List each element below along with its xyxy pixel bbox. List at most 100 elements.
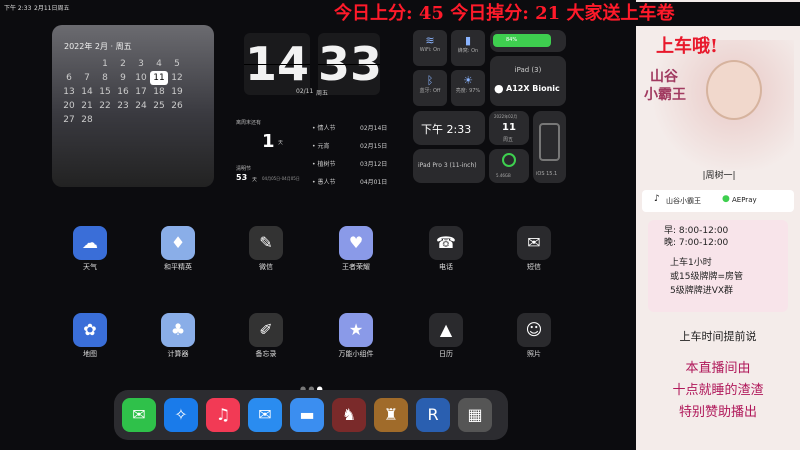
rule-line: 或15级牌牌=房管: [670, 272, 743, 282]
calendar-day: 7: [84, 73, 90, 83]
calendar-day: 16: [117, 87, 129, 97]
game-b-icon[interactable]: ♜: [374, 398, 408, 432]
sponsor-line: 十点就睡的渣渣: [672, 383, 764, 398]
app-label: 和平精英: [164, 263, 192, 271]
app-label: 万能小组件: [338, 350, 374, 358]
files-icon[interactable]: ▬: [290, 398, 324, 432]
cellular-icon: ▮: [464, 34, 472, 47]
avatar-face-icon: [706, 60, 762, 120]
streamer-panel: 山谷 小霸王 |周树一| 山谷小霸王 ● AEPray ♪ 早: 8:00-12…: [636, 0, 800, 450]
device-chip: A12X Bionic: [506, 84, 560, 93]
app-label: 天气: [83, 263, 97, 271]
toggle-label: 蜂窝: On: [457, 48, 479, 54]
calendar-day: 6: [66, 73, 72, 83]
event-date: 04月01日: [360, 179, 388, 186]
battery-fill: [493, 34, 551, 47]
wifi-icon: ≋: [425, 34, 435, 47]
rr-icon[interactable]: R: [416, 398, 450, 432]
toggle-label: WiFi: On: [419, 47, 441, 53]
clock-date: 02/11: [296, 88, 314, 95]
streamer-name-1: 山谷: [650, 69, 678, 85]
countdown-widget[interactable]: 离周末还有 1 天 清明节 53 天 04月05日-04月05日 • 情人节 02…: [234, 117, 394, 187]
toggle-cellular[interactable]: ▮ 蜂窝: On: [451, 30, 485, 66]
calendar-day: 26: [171, 101, 183, 111]
banner-text-2: 上车哦!: [656, 36, 718, 57]
calendar-day: 11: [150, 71, 168, 85]
calendar-day: 15: [99, 87, 111, 97]
rule-line: 上车1小时: [670, 258, 712, 268]
calendar-day: 19: [171, 87, 183, 97]
app-label: 备忘录: [255, 350, 277, 358]
douyin-id: 山谷小霸王: [666, 197, 701, 205]
calendar-day: 2: [120, 59, 126, 69]
calendar-day: 22: [99, 101, 111, 111]
calendar-day: 18: [153, 87, 165, 97]
app-label: 日历: [439, 350, 453, 358]
message-icon[interactable]: ✉: [517, 226, 551, 260]
app-label: 计算器: [167, 350, 189, 358]
mail-icon[interactable]: ✉: [248, 398, 282, 432]
weather-icon[interactable]: ☁: [73, 226, 107, 260]
battery-widget: 84%: [490, 30, 566, 52]
date-widget-label: 2022年02月: [494, 114, 518, 119]
storage-label: 5.46GB: [496, 173, 511, 178]
wechat-id: AEPray: [732, 196, 757, 204]
calendar-day: 4: [156, 59, 162, 69]
calendar-day: 13: [63, 87, 75, 97]
footer-title: 上车时间提前说: [679, 330, 757, 343]
game2-icon[interactable]: ♥: [339, 226, 373, 260]
calendar-header: 2022年 2月 · 周五: [64, 42, 132, 51]
event-name: • 元宵: [312, 143, 330, 150]
calendar-day: 10: [135, 73, 147, 83]
toggle-brightness[interactable]: ☀ 亮度: 97%: [451, 70, 485, 106]
toggle-bluetooth[interactable]: ᛒ 蓝牙: Off: [413, 70, 447, 106]
event-name: • 情人节: [312, 125, 336, 132]
calendar-day: 12: [171, 73, 183, 83]
holiday-date: 04月05日-04月05日: [262, 176, 300, 181]
calendar-day: [168, 113, 186, 127]
calendar-day: 5: [174, 59, 180, 69]
banner-text: 今日上分: 45 今日掉分: 21 大家送上车卷: [334, 3, 675, 24]
battery-value: 84%: [506, 37, 518, 43]
event-date: 03月12日: [360, 161, 388, 168]
photos-icon[interactable]: ☺: [517, 313, 551, 347]
calendar-photo-widget[interactable]: 2022年 2月 · 周五 1 2 3 4 5 6 7 8 9 10 11 12 13 14 15 16 17 1…: [52, 25, 214, 187]
brightness-icon: ☀: [463, 74, 473, 87]
device-name-widget: iPad Pro 3 (11-inch): [413, 149, 485, 183]
game-icon[interactable]: ♦: [161, 226, 195, 260]
storage-ring-icon: [502, 153, 516, 167]
calendar-day: [114, 113, 132, 127]
calendar-day: 27: [63, 115, 75, 125]
phone-icon[interactable]: ☎: [429, 226, 463, 260]
status-time: 下午 2:33: [4, 5, 32, 12]
app-label: 短信: [527, 263, 541, 271]
clock-weekday: 周五: [316, 90, 329, 97]
streamer-name-2: 小霸王: [644, 87, 686, 103]
event-date: 02月15日: [360, 143, 388, 150]
safari-icon[interactable]: ✧: [164, 398, 198, 432]
countdown-days: 1: [262, 131, 275, 152]
calendar-day: 21: [81, 101, 93, 111]
storage-widget: 5.46GB: [489, 149, 529, 183]
notes-icon[interactable]: ✐: [249, 313, 283, 347]
toggle-wifi[interactable]: ≋ WiFi: On: [413, 30, 447, 66]
calendar-day: [96, 113, 114, 127]
map-icon[interactable]: ✿: [73, 313, 107, 347]
folder-icon[interactable]: ▦: [458, 398, 492, 432]
schedule-card: 早: 8:00-12:00 晚: 7:00-12:00 上车1小时 或15级牌牌=房…: [648, 220, 788, 312]
calculator-icon[interactable]: ♣: [161, 313, 195, 347]
event-name: • 植树节: [312, 161, 336, 168]
calendar-day: 1: [102, 59, 108, 69]
messages-icon[interactable]: ✉: [122, 398, 156, 432]
app-label: 王者荣耀: [342, 263, 370, 271]
calendar-day: 28: [81, 115, 93, 125]
widget-icon[interactable]: ★: [339, 313, 373, 347]
streamer-tag: |周树一|: [702, 171, 736, 181]
wechat-icon[interactable]: ✎: [249, 226, 283, 260]
device-chip-widget: iPad (3) ● A12X Bionic: [490, 56, 566, 106]
time-widget-time: 下午 2:33: [421, 123, 472, 136]
game-a-icon[interactable]: ♞: [332, 398, 366, 432]
music-icon[interactable]: ♫: [206, 398, 240, 432]
calendar-icon[interactable]: ▲: [429, 313, 463, 347]
clock-hour: 14: [244, 33, 310, 95]
